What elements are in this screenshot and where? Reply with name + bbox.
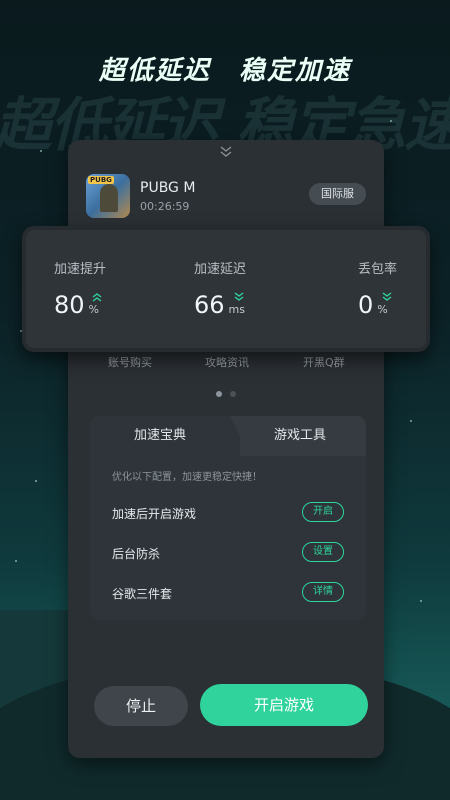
tab-game-tools[interactable]: 游戏工具 — [240, 416, 360, 456]
start-game-button[interactable]: 开启游戏 — [200, 684, 368, 726]
server-region-button[interactable]: 国际服 — [309, 183, 366, 205]
link-account-buy[interactable]: 账号购买 — [108, 354, 152, 370]
enable-button[interactable]: 开启 — [302, 502, 344, 522]
tips-panel: 加速宝典 游戏工具 优化以下配置，加速更稳定快捷！ 加速后开启游戏 开启 后台防… — [90, 416, 366, 620]
row-label: 谷歌三件套 — [112, 587, 173, 601]
link-guides[interactable]: 攻略资讯 — [205, 354, 249, 370]
game-icon-badge: PUBG — [88, 176, 114, 184]
page-dot — [230, 391, 236, 397]
list-item: 后台防杀 设置 — [112, 542, 344, 564]
list-item: 谷歌三件套 详情 — [112, 582, 344, 604]
stat-boost: 加速提升 80% — [54, 258, 184, 319]
row-label: 加速后开启游戏 — [112, 507, 197, 521]
stat-unit: ms — [228, 303, 245, 316]
stat-label: 加速延迟 — [194, 262, 247, 277]
hint-text: 优化以下配置，加速更稳定快捷！ — [112, 472, 262, 483]
stat-value: 0 — [358, 291, 374, 319]
details-button[interactable]: 详情 — [302, 582, 344, 602]
stat-value: 80 — [54, 291, 85, 319]
settings-button[interactable]: 设置 — [302, 542, 344, 562]
tab-acceleration-guide[interactable]: 加速宝典 — [90, 416, 250, 456]
stop-button[interactable]: 停止 — [94, 686, 188, 726]
page-indicator — [68, 382, 384, 401]
title-left: 超低延迟 — [98, 56, 211, 86]
pubg-game-icon: PUBG — [86, 174, 130, 218]
row-label: 后台防杀 — [112, 547, 161, 561]
tab-content: 优化以下配置，加速更稳定快捷！ 加速后开启游戏 开启 后台防杀 设置 谷歌三件套… — [90, 456, 366, 620]
stat-label: 加速提升 — [54, 262, 107, 277]
page-dot-active — [216, 391, 222, 397]
game-name: PUBG M — [140, 180, 196, 196]
list-item: 加速后开启游戏 开启 — [112, 502, 344, 524]
stat-latency: 加速延迟 66 ms — [194, 258, 324, 319]
title-right: 稳定加速 — [239, 56, 352, 86]
stats-panel: 加速提升 80% 加速延迟 66 ms 丢包率 0% — [22, 226, 430, 352]
stat-packet-loss: 丢包率 0% — [358, 258, 450, 319]
chevron-down-icon[interactable] — [68, 146, 384, 162]
chevron-up-icon — [92, 292, 102, 304]
chevron-down-icon — [234, 292, 244, 304]
app-screen: 超低延迟 稳定急速 超低延迟 稳定加速 PUBG PUBG M 00:26:59 … — [0, 0, 450, 800]
elapsed-time: 00:26:59 — [140, 200, 190, 213]
stat-unit: % — [88, 303, 99, 316]
stat-unit: % — [377, 303, 388, 316]
page-title: 超低延迟 稳定加速 — [0, 50, 450, 87]
chevron-down-icon — [382, 292, 392, 304]
link-qq-group[interactable]: 开黑Q群 — [303, 354, 345, 370]
stat-value: 66 — [194, 291, 225, 319]
stat-label: 丢包率 — [358, 262, 398, 277]
